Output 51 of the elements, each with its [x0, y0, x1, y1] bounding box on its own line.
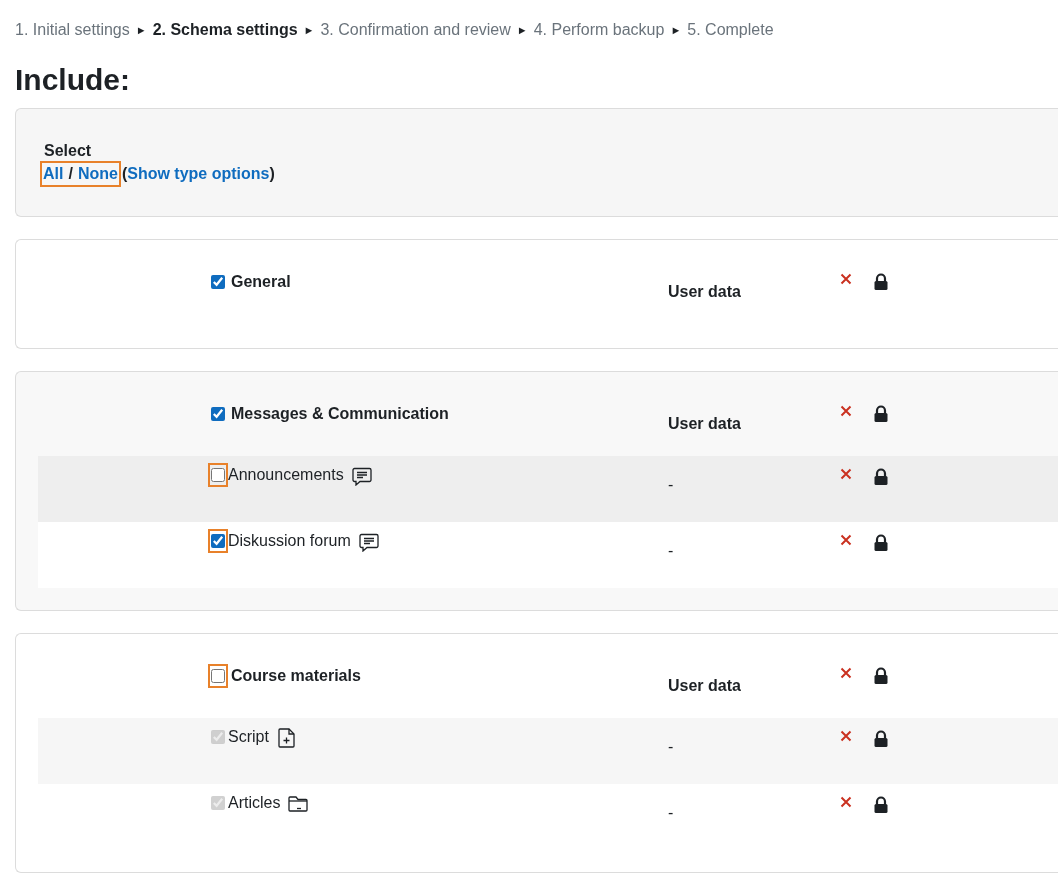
user-data-value: - — [668, 476, 674, 493]
folder-icon — [288, 794, 309, 814]
user-data-label: User data — [668, 415, 741, 432]
checkbox[interactable] — [211, 407, 225, 421]
user-data-label: User data — [668, 677, 741, 694]
checkbox[interactable] — [211, 275, 225, 289]
user-data-value: - — [668, 738, 674, 755]
section-heading: Include: — [15, 62, 131, 98]
arrow-separator: ► — [670, 22, 682, 38]
cross-icon — [840, 534, 852, 546]
user-data-label: User data — [668, 283, 741, 300]
cross-icon — [840, 667, 852, 679]
section-title: Messages & Communication — [231, 404, 449, 424]
parenthesis: ( — [121, 164, 128, 184]
breadcrumb-step: 2. Schema settings — [152, 18, 298, 42]
slash-separator: / — [68, 164, 73, 184]
arrow-separator: ► — [303, 22, 315, 38]
lock-icon — [873, 468, 889, 486]
cross-icon — [840, 730, 852, 742]
activity-name: Diskussion forum — [228, 531, 351, 551]
show-type-options-link[interactable]: Show type options — [127, 163, 270, 185]
activity-name: Script — [228, 727, 269, 747]
chat-bubble-icon — [358, 532, 379, 552]
cross-icon — [840, 405, 852, 417]
breadcrumb-step: 4. Perform backup — [533, 18, 665, 42]
document-plus-icon — [276, 728, 297, 748]
none-link[interactable]: None — [77, 163, 118, 185]
cross-icon — [840, 796, 852, 808]
all-link[interactable]: All — [43, 163, 64, 185]
section-title: General — [231, 272, 291, 292]
section-title: Course materials — [231, 666, 361, 686]
lock-icon — [873, 405, 889, 423]
cross-icon — [840, 468, 852, 480]
cross-icon — [840, 273, 852, 285]
select-label: Select — [44, 141, 93, 161]
breadcrumb-step: 5. Complete — [687, 18, 774, 42]
lock-icon — [873, 534, 889, 552]
breadcrumb-step: 3. Confirmation and review — [320, 18, 511, 42]
parenthesis: ) — [269, 164, 275, 184]
lock-icon — [873, 273, 889, 291]
user-data-value: - — [668, 542, 674, 559]
chat-bubble-icon — [351, 466, 372, 486]
arrow-separator: ► — [516, 22, 528, 38]
activity-name: Articles — [228, 793, 281, 813]
arrow-separator: ► — [135, 22, 147, 38]
lock-icon — [873, 667, 889, 685]
user-data-value: - — [668, 804, 674, 821]
lock-icon — [873, 796, 889, 814]
activity-name: Announcements — [228, 465, 344, 485]
breadcrumb-step: 1. Initial settings — [15, 18, 130, 42]
lock-icon — [873, 730, 889, 748]
